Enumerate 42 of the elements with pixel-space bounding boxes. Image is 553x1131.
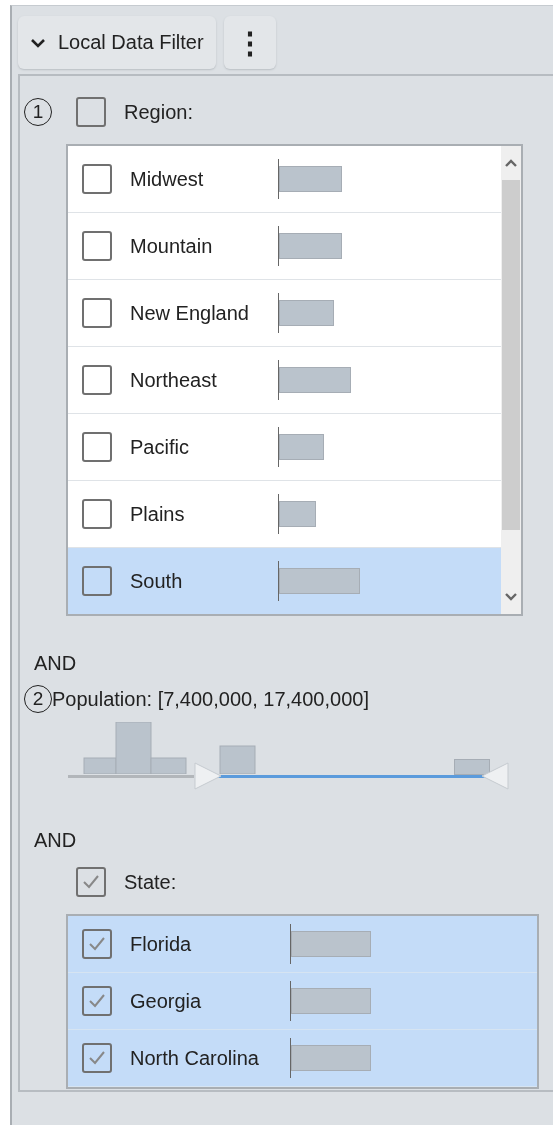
checkbox[interactable]: [82, 499, 112, 529]
connector-label: AND: [34, 829, 78, 852]
histogram-bar: [454, 759, 490, 775]
range-end-handle[interactable]: [481, 762, 510, 790]
scroll-up-icon[interactable]: [504, 158, 518, 168]
item-label: Pacific: [130, 435, 190, 459]
item-label: New England: [130, 301, 250, 325]
filter-title-button[interactable]: Local Data Filter: [18, 16, 216, 69]
histogram-bar: [219, 745, 256, 774]
item-label: Mountain: [130, 234, 214, 258]
connector-label: AND: [34, 652, 78, 675]
filter-label: Population: [7,400,000, 17,400,000]: [52, 687, 369, 711]
item-label: Florida: [130, 932, 193, 956]
item-label: Georgia: [130, 989, 203, 1013]
checkbox[interactable]: [82, 164, 112, 194]
checkbox[interactable]: [82, 566, 112, 596]
scroll-thumb[interactable]: [502, 180, 520, 530]
checkbox[interactable]: [76, 867, 106, 897]
item-label: North Carolina: [130, 1046, 260, 1070]
checkbox[interactable]: [82, 365, 112, 395]
scroll-down-icon[interactable]: [504, 592, 518, 602]
checkbox[interactable]: [76, 97, 106, 127]
checkbox[interactable]: [82, 986, 112, 1016]
checkbox[interactable]: [82, 1043, 112, 1073]
list-item[interactable]: South: [68, 548, 501, 614]
more-menu-button[interactable]: ⋮: [223, 16, 276, 69]
list-item[interactable]: Georgia: [68, 973, 537, 1030]
checkbox[interactable]: [82, 231, 112, 261]
checkbox[interactable]: [82, 298, 112, 328]
checkbox[interactable]: [82, 432, 112, 462]
item-label: South: [130, 569, 184, 593]
item-label: Midwest: [130, 167, 205, 191]
filter-label: State:: [124, 870, 177, 894]
chevron-icon: [30, 37, 46, 48]
filter-label: Region:: [124, 100, 193, 124]
list-item[interactable]: Florida: [68, 916, 537, 973]
scrollbar[interactable]: [501, 146, 521, 614]
item-label: Northeast: [130, 368, 218, 392]
range-start-handle[interactable]: [193, 762, 222, 790]
item-label: Plains: [130, 502, 186, 526]
checkbox[interactable]: [82, 929, 112, 959]
list-item[interactable]: North Carolina: [68, 1030, 537, 1087]
